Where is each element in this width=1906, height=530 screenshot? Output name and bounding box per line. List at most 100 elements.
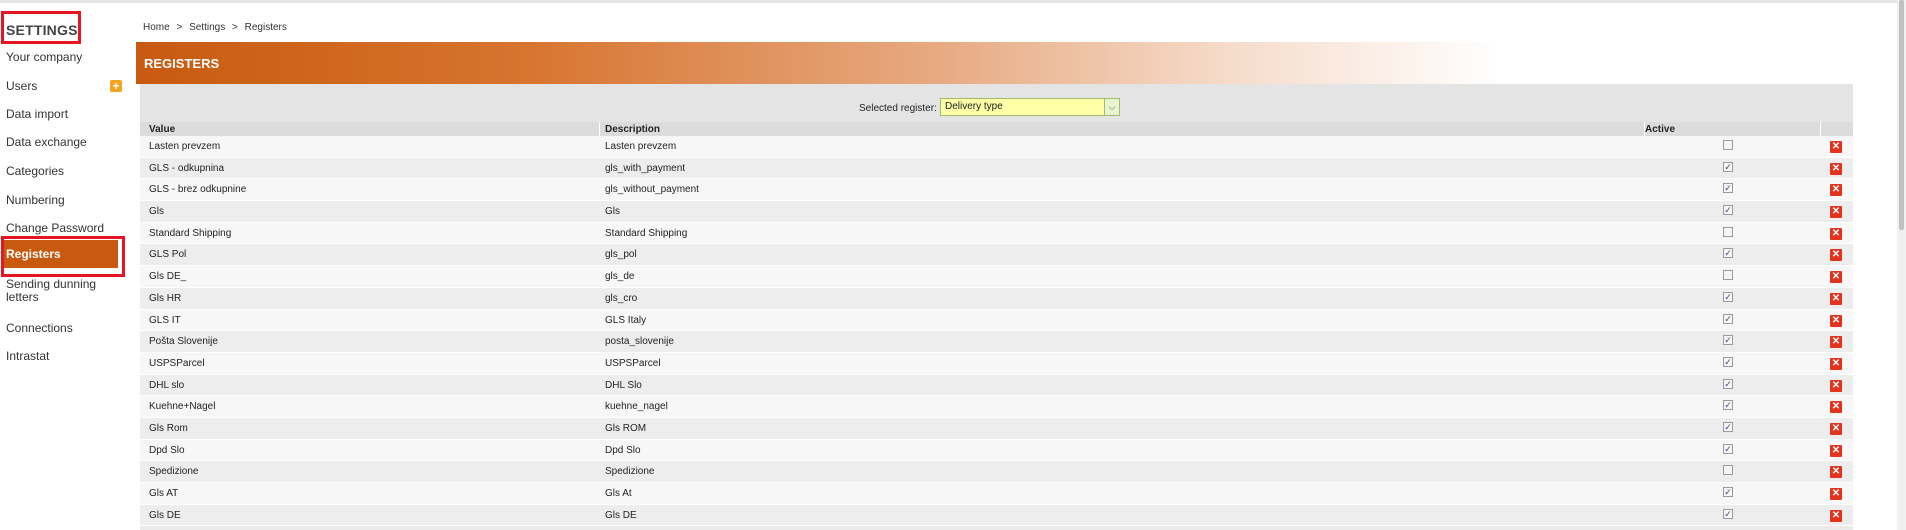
sidebar-item-change-password[interactable]: Change Password [6, 222, 104, 235]
table-row[interactable]: GLS Pol gls_pol ✓ ✕ [140, 244, 1853, 267]
table-row[interactable]: Gls HR gls_cro ✓ ✕ [140, 287, 1853, 310]
sidebar-item-categories[interactable]: Categories [6, 165, 64, 178]
row-description: GLS Italy [605, 314, 647, 326]
column-header-active[interactable]: Active [1645, 124, 1675, 135]
active-checkbox[interactable] [1723, 226, 1733, 237]
row-description: gls_without_payment [605, 184, 699, 196]
table-row[interactable]: Lasten prevzem Lasten prevzem ✕ [140, 136, 1853, 158]
table-row[interactable]: Spedizione Spedizione ✕ [140, 461, 1853, 483]
delete-icon[interactable]: ✕ [1830, 509, 1842, 522]
active-checkbox[interactable]: ✓ [1723, 443, 1733, 454]
delete-icon[interactable]: ✕ [1830, 206, 1842, 219]
table-row[interactable]: Dpd Slo Dpd Slo ✓ ✕ [140, 439, 1853, 462]
table-row[interactable]: Gls DE_ gls_de ✕ [140, 266, 1853, 288]
delete-icon[interactable]: ✕ [1830, 444, 1842, 457]
top-border [0, 0, 1906, 3]
row-description: Dpd Slo [605, 444, 641, 456]
active-checkbox[interactable]: ✓ [1723, 161, 1733, 172]
delete-icon[interactable]: ✕ [1830, 227, 1842, 240]
table-row[interactable]: Gls AT Gls At ✓ ✕ [140, 483, 1853, 505]
active-checkbox[interactable]: ✓ [1723, 487, 1733, 497]
settings-title: SETTINGS [6, 22, 78, 38]
table-row[interactable]: Pošta Slovenije posta_slovenije ✓ ✕ [140, 331, 1853, 353]
table-row[interactable]: GLS IT GLS Italy ✓ ✕ [140, 309, 1853, 332]
active-checkbox[interactable]: ✓ [1723, 183, 1733, 194]
active-checkbox[interactable]: ✓ [1723, 205, 1733, 216]
sidebar-item-numbering[interactable]: Numbering [6, 194, 65, 207]
table-row[interactable]: DHL slo DHL Slo ✓ ✕ [140, 374, 1853, 397]
delete-icon[interactable]: ✕ [1830, 249, 1842, 262]
delete-icon[interactable]: ✕ [1830, 314, 1842, 327]
row-description: Standard Shipping [605, 227, 688, 239]
active-checkbox[interactable]: ✓ [1723, 335, 1733, 346]
column-header-value[interactable]: Value [149, 124, 175, 135]
delete-icon[interactable]: ✕ [1830, 336, 1842, 349]
delete-icon[interactable]: ✕ [1830, 422, 1842, 435]
row-value: Kuehne+Nagel [149, 401, 216, 413]
delete-icon[interactable]: ✕ [1830, 292, 1842, 305]
row-value: Pošta Slovenije [149, 336, 218, 348]
chevron-down-icon[interactable]: ⌵ [1104, 99, 1119, 115]
table-row[interactable]: Standard Shipping Standard Shipping ✕ [140, 222, 1853, 245]
row-value: DHL slo [149, 379, 185, 391]
row-description: gls_with_payment [605, 162, 686, 174]
row-value: USPSParcel [149, 357, 205, 369]
active-checkbox[interactable] [1723, 465, 1733, 476]
delete-icon[interactable]: ✕ [1830, 184, 1842, 197]
active-checkbox[interactable] [1723, 270, 1733, 281]
row-description: Gls ROM [605, 422, 647, 434]
row-value: Lasten prevzem [149, 141, 221, 152]
active-checkbox[interactable]: ✓ [1723, 291, 1733, 302]
table-row[interactable]: GLS - brez odkupnine gls_without_payment ✓… [140, 179, 1853, 202]
sidebar-item-data-import[interactable]: Data import [6, 108, 68, 121]
register-toolbar: Selected register: Delivery type ⌵ [140, 84, 1853, 122]
table-row[interactable]: Gls Gls ✓ ✕ [140, 201, 1853, 223]
row-description: DHL Slo [605, 379, 642, 391]
sidebar-item-intrastat[interactable]: Intrastat [6, 350, 49, 363]
row-description: kuehne_nagel [605, 401, 668, 413]
sidebar-item-data-exchange[interactable]: Data exchange [6, 136, 87, 149]
delete-icon[interactable]: ✕ [1830, 141, 1842, 153]
sidebar-item-registers[interactable]: Registers [2, 240, 118, 268]
delete-icon[interactable]: ✕ [1830, 379, 1842, 392]
table-row[interactable]: Gls DE Gls DE ✓ ✕ [140, 504, 1853, 527]
row-description: gls_pol [605, 249, 637, 261]
active-checkbox[interactable]: ✓ [1723, 421, 1733, 432]
active-checkbox[interactable]: ✓ [1723, 248, 1733, 259]
sidebar-item-sending-dunning-letters[interactable]: Sending dunning letters [6, 278, 106, 304]
breadcrumb-separator: > [232, 22, 238, 33]
column-header-description[interactable]: Description [605, 124, 660, 135]
row-value: GLS - brez odkupnine [149, 184, 247, 196]
row-description: Spedizione [605, 466, 655, 478]
delete-icon[interactable]: ✕ [1830, 162, 1842, 175]
scrollbar-thumb[interactable] [1899, 0, 1904, 230]
column-divider [599, 122, 600, 136]
selected-register-label: Selected register: [859, 103, 937, 114]
sidebar-item-your-company[interactable]: Your company [6, 51, 82, 64]
table-row[interactable]: USPSParcel USPSParcel ✓ ✕ [140, 352, 1853, 375]
delete-icon[interactable]: ✕ [1830, 357, 1842, 370]
active-checkbox[interactable]: ✓ [1723, 313, 1733, 324]
table-row[interactable]: GLS - odkupnina gls_with_payment ✓ ✕ [140, 157, 1853, 180]
registers-panel: Selected register: Delivery type ⌵ Value… [140, 84, 1853, 530]
active-checkbox[interactable]: ✓ [1723, 400, 1733, 411]
table-row[interactable]: Kuehne+Nagel kuehne_nagel ✓ ✕ [140, 396, 1853, 418]
delete-icon[interactable]: ✕ [1830, 466, 1842, 479]
active-checkbox[interactable]: ✓ [1723, 508, 1733, 519]
delete-icon[interactable]: ✕ [1830, 401, 1842, 414]
sidebar-item-users[interactable]: Users [6, 80, 37, 93]
row-value: Spedizione [149, 466, 199, 478]
register-select[interactable]: Delivery type ⌵ [940, 98, 1120, 116]
add-user-icon[interactable]: + [110, 80, 122, 92]
sidebar-item-connections[interactable]: Connections [6, 322, 73, 335]
table-row[interactable]: Gls Rom Gls ROM ✓ ✕ [140, 417, 1853, 440]
settings-sidebar: SETTINGS Your company Users + Data impor… [0, 0, 130, 530]
delete-icon[interactable]: ✕ [1830, 488, 1842, 500]
active-checkbox[interactable]: ✓ [1723, 378, 1733, 389]
active-checkbox[interactable] [1723, 140, 1733, 150]
active-checkbox[interactable]: ✓ [1723, 356, 1733, 367]
row-value: GLS - odkupnina [149, 162, 225, 174]
breadcrumb-settings[interactable]: Settings [189, 22, 225, 33]
breadcrumb-home[interactable]: Home [143, 22, 170, 33]
delete-icon[interactable]: ✕ [1830, 271, 1842, 284]
